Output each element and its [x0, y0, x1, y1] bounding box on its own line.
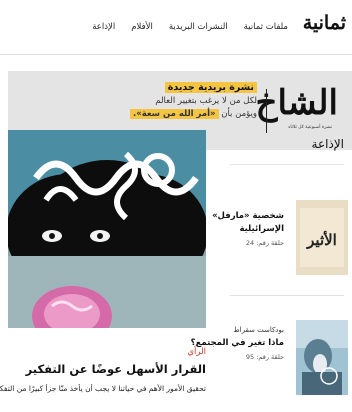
- nav-item-films[interactable]: الأفلام: [131, 22, 153, 32]
- banner-line-3: ويؤمن بأن «أمر الله من سعة».: [97, 107, 257, 121]
- main-nav: الإذاعة الأفلام النشرات البريدية ملفات ث…: [92, 22, 288, 32]
- newsletter-logo: الشاخ نشرة أسبوعية كل ثلاثاء: [256, 83, 338, 135]
- episode-number: حلقة رقم: 24: [245, 239, 284, 247]
- banner-line-2: لكل من لا يرغب بتغيير العالم: [155, 96, 257, 106]
- newsletter-brand-subtitle: نشرة أسبوعية كل ثلاثاء: [288, 125, 332, 130]
- sidebar-section-title[interactable]: الإذاعة: [312, 137, 344, 151]
- nav-item-newsletters[interactable]: النشرات البريدية: [169, 22, 228, 32]
- podcast-item-2[interactable]: بودكاست سقراط ماذا تغير في المجتمع؟ حلقة…: [189, 326, 284, 361]
- newsletter-brand: الشاخ: [255, 83, 338, 123]
- podcast-item-1[interactable]: شخصية «مارفل» الإسرائيلية حلقة رقم: 24: [189, 210, 284, 247]
- banner-line-3-highlight: «أمر الله من سعة».: [129, 109, 219, 119]
- banner-divider: [266, 89, 267, 133]
- podcast-thumbnail[interactable]: الأثير: [296, 200, 348, 275]
- article-title[interactable]: القرار الأسهل عوضًا عن التفكير: [26, 362, 206, 376]
- article-excerpt: تحقيق الأمور الأهم في حياتنا لا يجب أن ي…: [0, 384, 206, 393]
- athir-cover: الأثير: [296, 200, 348, 275]
- nav-item-radio[interactable]: الإذاعة: [92, 22, 115, 32]
- hero-illustration: [8, 130, 206, 328]
- sidebar-divider: [230, 164, 344, 165]
- sidebar-divider: [230, 295, 344, 296]
- podcast-item-title[interactable]: شخصية «مارفل» الإسرائيلية: [189, 210, 284, 236]
- nav-item-thmanyah-files[interactable]: ملفات ثمانية: [244, 22, 288, 32]
- episode-number: حلقة رقم: 95: [245, 353, 284, 361]
- site-logo[interactable]: ثمانية: [303, 12, 346, 34]
- banner-line-3-prefix: ويؤمن بأن: [221, 109, 257, 119]
- socrates-cover: [296, 320, 348, 395]
- banner-text: نشرة بريدية جديدة لكل من لا يرغب بتغيير …: [97, 81, 257, 121]
- podcast-item-title[interactable]: ماذا تغير في المجتمع؟: [189, 337, 284, 350]
- podcast-thumbnail[interactable]: [296, 320, 348, 395]
- article-hero-image[interactable]: [8, 130, 206, 328]
- athir-cover-label: الأثير: [306, 230, 337, 249]
- top-bar: ثمانية الإذاعة الأفلام النشرات البريدية …: [0, 0, 352, 55]
- podcast-show-name[interactable]: بودكاست سقراط: [189, 326, 284, 334]
- banner-headline: نشرة بريدية جديدة: [164, 82, 257, 93]
